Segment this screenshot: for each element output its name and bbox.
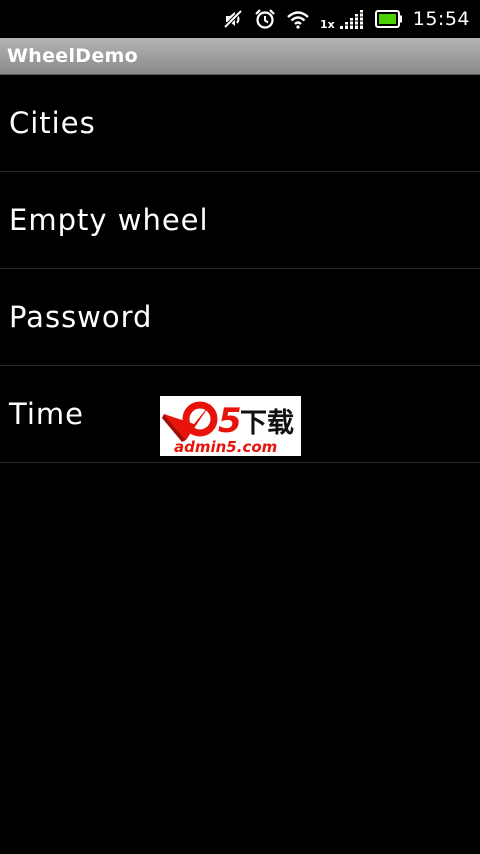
app-title-bar: WheelDemo xyxy=(0,38,480,75)
svg-text:5: 5 xyxy=(218,401,242,441)
list-item-empty-wheel[interactable]: Empty wheel xyxy=(0,172,480,269)
list-item-label: Time xyxy=(9,397,84,431)
svg-text:admin5.com: admin5.com xyxy=(174,438,277,456)
battery-icon xyxy=(374,7,403,31)
signal-icon xyxy=(338,7,365,31)
status-bar: 1x 15:54 xyxy=(0,0,480,38)
list-item-password[interactable]: Password xyxy=(0,269,480,366)
network-type-label: 1x xyxy=(319,18,335,31)
demo-list: Cities Empty wheel Password Time 5 下载 ad… xyxy=(0,75,480,463)
watermark-logo: 5 下载 admin5.com xyxy=(160,396,301,456)
alarm-icon xyxy=(254,7,276,31)
list-item-label: Empty wheel xyxy=(9,203,209,237)
list-item-label: Password xyxy=(9,300,153,334)
mute-icon xyxy=(222,7,244,31)
list-item-label: Cities xyxy=(9,106,96,140)
svg-text:下载: 下载 xyxy=(240,408,294,439)
list-item-time[interactable]: Time 5 下载 admin5.com xyxy=(0,366,480,463)
list-item-cities[interactable]: Cities xyxy=(0,75,480,172)
status-time: 15:54 xyxy=(412,8,470,30)
wifi-icon xyxy=(286,7,310,31)
app-title: WheelDemo xyxy=(7,45,138,67)
